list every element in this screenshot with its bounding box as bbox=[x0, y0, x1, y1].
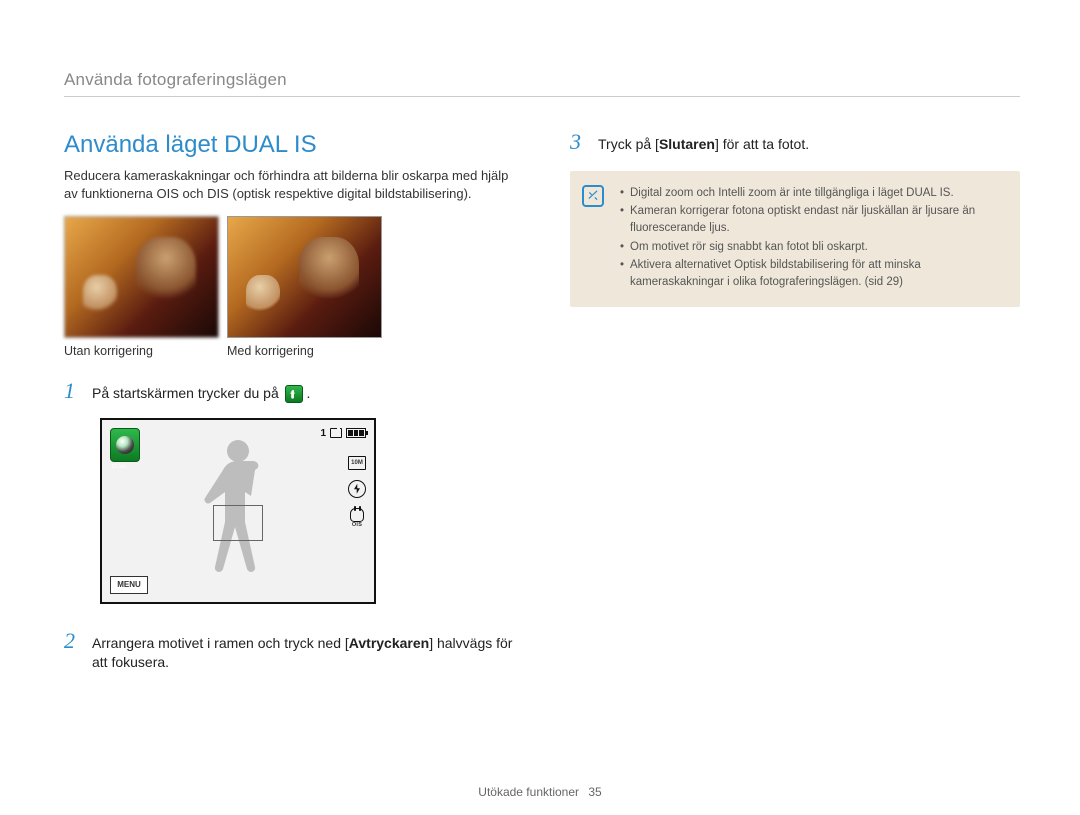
focus-frame bbox=[213, 505, 263, 541]
note-item: Aktivera alternativet Optisk bildstabili… bbox=[620, 257, 1004, 290]
left-column: Använda läget DUAL IS Reducera kameraska… bbox=[64, 131, 514, 685]
page-number: 35 bbox=[588, 785, 601, 799]
memory-card-icon bbox=[330, 428, 342, 438]
dual-is-mode-icon bbox=[285, 385, 303, 403]
menu-button: MENU bbox=[110, 576, 148, 594]
photo-captions: Utan korrigering Med korrigering bbox=[64, 344, 514, 358]
lcd-side-icons: 10M OIS bbox=[348, 456, 366, 528]
caption-without: Utan korrigering bbox=[64, 344, 219, 358]
comparison-photos bbox=[64, 216, 514, 338]
page-title: Använda läget DUAL IS bbox=[64, 131, 514, 159]
shots-remaining: 1 bbox=[320, 428, 326, 439]
step-3: 3 Tryck på [Slutaren] för att ta fotot. bbox=[570, 131, 1020, 155]
step-text: Tryck på [Slutaren] för att ta fotot. bbox=[598, 131, 809, 155]
lcd-top-status: 1 bbox=[320, 428, 366, 439]
flash-icon bbox=[348, 480, 366, 498]
note-item: Om motivet rör sig snabbt kan fotot bli … bbox=[620, 239, 1004, 256]
step-text: På startskärmen trycker du på . bbox=[92, 380, 310, 404]
step-number: 2 bbox=[64, 630, 82, 673]
step-number: 3 bbox=[570, 131, 588, 155]
right-column: 3 Tryck på [Slutaren] för att ta fotot. … bbox=[570, 131, 1020, 685]
shutter-full-label: Slutaren bbox=[659, 136, 715, 152]
step-text: Arrangera motivet i ramen och tryck ned … bbox=[92, 630, 514, 673]
step-2: 2 Arrangera motivet i ramen och tryck ne… bbox=[64, 630, 514, 673]
step-3-lead: Tryck på [ bbox=[598, 136, 659, 152]
step-2-lead: Arrangera motivet i ramen och tryck ned … bbox=[92, 635, 349, 651]
manual-page: Använda fotograferingslägen Använda läge… bbox=[0, 0, 1080, 685]
note-item: Kameran korrigerar fotona optiskt endast… bbox=[620, 203, 1004, 236]
two-column-layout: Använda läget DUAL IS Reducera kameraska… bbox=[64, 131, 1020, 685]
step-3-tail: ] för att ta fotot. bbox=[715, 136, 809, 152]
note-item: Digital zoom och Intelli zoom är inte ti… bbox=[620, 185, 1004, 202]
note-list: Digital zoom och Intelli zoom är inte ti… bbox=[620, 185, 1004, 291]
battery-icon bbox=[346, 428, 366, 438]
footer-section: Utökade funktioner bbox=[478, 785, 579, 799]
shutter-half-label: Avtryckaren bbox=[349, 635, 429, 651]
note-box: Digital zoom och Intelli zoom är inte ti… bbox=[570, 171, 1020, 307]
camera-lcd-preview: DUAL 1 10M OIS bbox=[100, 418, 376, 604]
mode-badge-dual-is bbox=[110, 428, 140, 462]
step-number: 1 bbox=[64, 380, 82, 404]
step-1-lead: På startskärmen trycker du på bbox=[92, 385, 283, 401]
mode-badge-label: DUAL bbox=[112, 464, 127, 470]
intro-text: Reducera kameraskakningar och förhindra … bbox=[64, 167, 514, 202]
step-1-period: . bbox=[307, 385, 311, 401]
breadcrumb: Använda fotograferingslägen bbox=[64, 70, 1020, 97]
image-size-icon: 10M bbox=[348, 456, 366, 470]
ois-label: OIS bbox=[348, 522, 366, 528]
step-1: 1 På startskärmen trycker du på . bbox=[64, 380, 514, 404]
note-icon bbox=[582, 185, 604, 207]
photo-with-correction bbox=[227, 216, 382, 338]
page-footer: Utökade funktioner 35 bbox=[0, 785, 1080, 799]
ois-icon: OIS bbox=[348, 508, 366, 528]
photo-without-correction bbox=[64, 216, 219, 338]
caption-with: Med korrigering bbox=[227, 344, 382, 358]
